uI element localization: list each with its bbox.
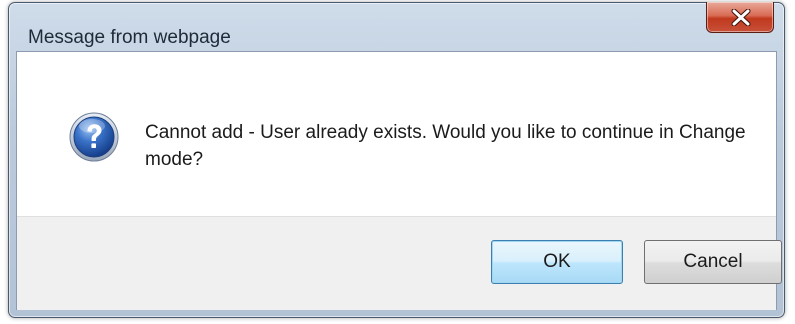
ok-button[interactable]: OK	[491, 240, 623, 284]
dialog-title: Message from webpage	[28, 27, 231, 48]
close-button[interactable]	[706, 2, 774, 33]
message-dialog: Message from webpage Cannot add - User a…	[8, 2, 785, 318]
dialog-message: Cannot add - User already exists. Would …	[145, 122, 746, 170]
cancel-button[interactable]: Cancel	[644, 240, 782, 284]
button-bar: OK Cancel	[17, 216, 782, 310]
question-icon	[69, 112, 119, 162]
message-area: Cannot add - User already exists. Would …	[17, 52, 776, 216]
close-icon	[731, 9, 751, 26]
dialog-body: Cannot add - User already exists. Would …	[16, 51, 782, 310]
title-bar[interactable]: Message from webpage	[9, 2, 784, 48]
